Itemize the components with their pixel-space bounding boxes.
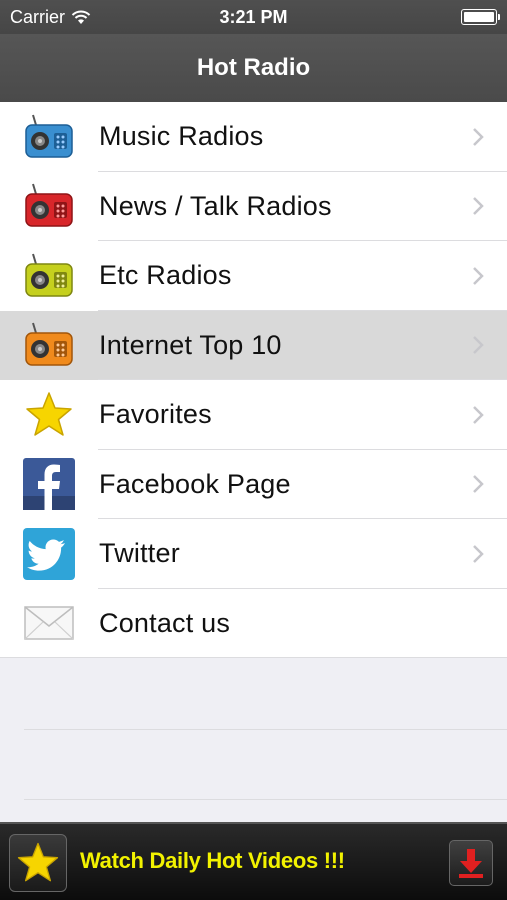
status-bar: Carrier 3:21 PM — [0, 0, 507, 34]
yellow-radio-icon — [23, 250, 75, 302]
battery-icon — [461, 9, 500, 25]
menu-item-label: Music Radios — [99, 121, 264, 152]
star-icon — [17, 842, 59, 882]
menu-item-internet-top-10[interactable]: Internet Top 10 — [0, 310, 507, 380]
page-title: Hot Radio — [196, 54, 311, 81]
download-button[interactable] — [449, 840, 493, 886]
chevron-right-icon — [473, 197, 484, 216]
menu-item-music-radios[interactable]: Music Radios — [0, 102, 507, 172]
envelope-icon — [23, 597, 75, 649]
divider — [24, 799, 507, 800]
banner-star-button[interactable] — [9, 834, 67, 892]
menu-list: Music Radios News / Talk Radios Etc Radi… — [0, 102, 507, 658]
twitter-icon — [23, 527, 75, 580]
download-icon — [459, 849, 483, 878]
divider — [24, 729, 507, 730]
star-icon — [23, 389, 75, 441]
menu-item-favorites[interactable]: Favorites — [0, 380, 507, 450]
menu-item-label: Contact us — [99, 607, 231, 638]
banner-ad[interactable]: Watch Daily Hot Videos !!! — [0, 822, 507, 900]
menu-item-facebook-page[interactable]: Facebook Page — [0, 449, 507, 519]
menu-item-label: Facebook Page — [99, 468, 291, 499]
menu-item-contact-us[interactable]: Contact us — [0, 588, 507, 658]
menu-item-label: Etc Radios — [99, 260, 232, 291]
chevron-right-icon — [473, 405, 484, 424]
chevron-right-icon — [473, 475, 484, 494]
status-time: 3:21 PM — [219, 7, 288, 27]
chevron-right-icon — [473, 544, 484, 563]
chevron-right-icon — [473, 266, 484, 285]
facebook-icon — [23, 458, 75, 511]
menu-item-twitter[interactable]: Twitter — [0, 519, 507, 589]
menu-item-label: Twitter — [99, 538, 180, 569]
nav-bar: Hot Radio — [0, 34, 507, 102]
red-radio-icon — [23, 180, 75, 232]
orange-radio-icon — [23, 319, 75, 371]
chevron-right-icon — [473, 336, 484, 355]
menu-item-etc-radios[interactable]: Etc Radios — [0, 241, 507, 311]
chevron-right-icon — [473, 127, 484, 146]
menu-item-label: News / Talk Radios — [99, 190, 332, 221]
menu-item-news-talk-radios[interactable]: News / Talk Radios — [0, 171, 507, 241]
blue-radio-icon — [23, 111, 75, 163]
banner-text[interactable]: Watch Daily Hot Videos !!! — [80, 848, 345, 874]
menu-item-label: Internet Top 10 — [99, 329, 282, 360]
menu-item-label: Favorites — [99, 399, 212, 430]
